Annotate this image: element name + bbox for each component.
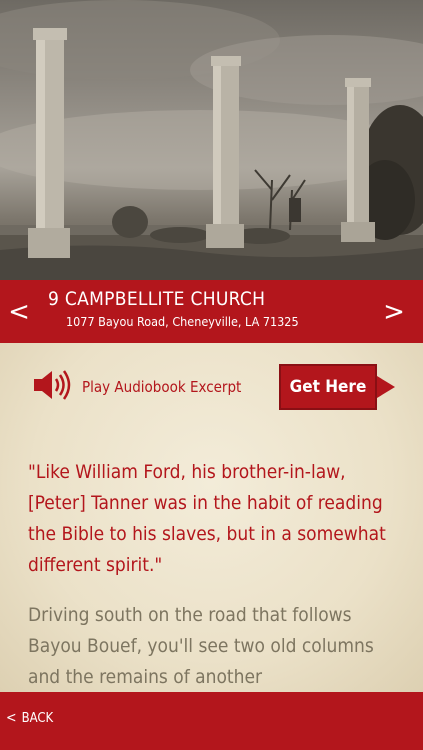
chevron-left-icon: < bbox=[8, 297, 30, 327]
hero-photo bbox=[0, 0, 423, 280]
body-text: Driving south on the road that follows B… bbox=[28, 604, 374, 688]
play-audiobook-button[interactable]: Play Audiobook Excerpt bbox=[32, 369, 241, 405]
get-here-button[interactable]: Get Here bbox=[279, 364, 377, 410]
location-header: < 9 CAMPBELLITE CHURCH 1077 Bayou Road, … bbox=[0, 280, 423, 343]
location-address: 1077 Bayou Road, Cheneyville, LA 71325 bbox=[66, 314, 299, 329]
location-title: 9 CAMPBELLITE CHURCH bbox=[48, 288, 266, 310]
get-here-arrow-tip bbox=[377, 376, 395, 398]
chevron-right-icon: > bbox=[383, 297, 405, 327]
content-panel: Play Audiobook Excerpt Get Here "Like Wi… bbox=[0, 343, 423, 692]
next-location-button[interactable]: > bbox=[379, 292, 409, 332]
quote-text: "Like William Ford, his brother-in-law, … bbox=[28, 461, 386, 576]
back-label: BACK bbox=[21, 710, 54, 726]
speaker-icon bbox=[32, 367, 72, 407]
audio-label: Play Audiobook Excerpt bbox=[82, 378, 242, 396]
chevron-left-icon: < bbox=[6, 710, 17, 726]
ruins-photo-illustration bbox=[0, 0, 423, 280]
bottom-bar: < BACK bbox=[0, 692, 423, 750]
previous-location-button[interactable]: < bbox=[4, 292, 34, 332]
back-button[interactable]: < BACK bbox=[6, 710, 53, 726]
